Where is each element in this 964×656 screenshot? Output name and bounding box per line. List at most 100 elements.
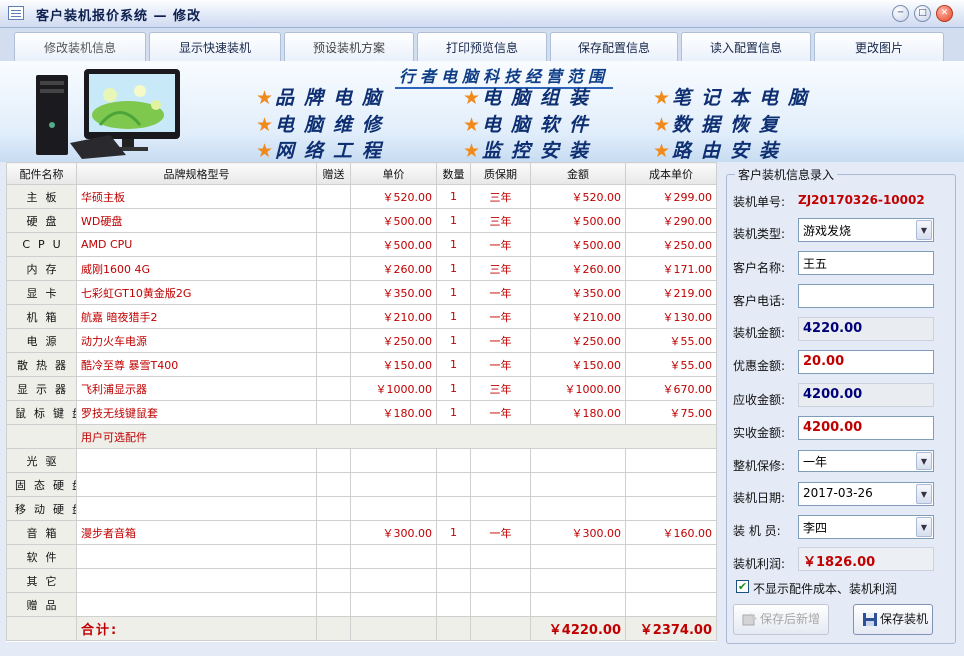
cell-warranty[interactable]: 一年: [470, 304, 531, 329]
cell-brand[interactable]: [76, 568, 317, 593]
cell-amount[interactable]: ￥1000.00: [530, 376, 626, 401]
table-row[interactable]: 其它: [6, 568, 717, 593]
minimize-button[interactable]: ─: [892, 5, 909, 22]
cell-warranty[interactable]: 三年: [470, 256, 531, 281]
cell-warranty[interactable]: 一年: [470, 232, 531, 257]
maximize-button[interactable]: □: [914, 5, 931, 22]
cell-amount[interactable]: [530, 472, 626, 497]
cell-price[interactable]: [350, 496, 437, 521]
cell-amount[interactable]: ￥180.00: [530, 400, 626, 425]
cell-brand[interactable]: 动力火车电源: [76, 328, 317, 353]
cell-cost[interactable]: ￥55.00: [625, 328, 717, 353]
cell-qty[interactable]: 1: [436, 400, 471, 425]
cell-brand[interactable]: [76, 592, 317, 617]
warranty-select[interactable]: 一年 ▼: [798, 450, 934, 472]
cell-qty[interactable]: [436, 592, 471, 617]
table-row[interactable]: 移动硬盘: [6, 496, 717, 521]
cell-cost[interactable]: ￥171.00: [625, 256, 717, 281]
col-header[interactable]: 配件名称: [6, 162, 77, 185]
cell-price[interactable]: ￥500.00: [350, 208, 437, 233]
tab-load-config[interactable]: 读入配置信息: [681, 32, 811, 61]
cell-gift[interactable]: [316, 256, 351, 281]
cell-gift[interactable]: [316, 352, 351, 377]
cell-gift[interactable]: [316, 184, 351, 209]
cell-amount[interactable]: [530, 544, 626, 569]
cell-gift[interactable]: [316, 400, 351, 425]
cell-gift[interactable]: [316, 208, 351, 233]
cell-amount[interactable]: ￥520.00: [530, 184, 626, 209]
cell-brand[interactable]: 华硕主板: [76, 184, 317, 209]
cell-price[interactable]: ￥500.00: [350, 232, 437, 257]
cell-warranty[interactable]: [470, 592, 531, 617]
cell-warranty[interactable]: 三年: [470, 376, 531, 401]
chevron-down-icon[interactable]: ▼: [916, 452, 932, 470]
cell-price[interactable]: [350, 448, 437, 473]
cell-price[interactable]: ￥300.00: [350, 520, 437, 545]
cell-price[interactable]: [350, 544, 437, 569]
chevron-down-icon[interactable]: ▼: [916, 517, 932, 537]
cell-price[interactable]: [350, 568, 437, 593]
cell-qty[interactable]: [436, 496, 471, 521]
cell-brand[interactable]: 漫步者音箱: [76, 520, 317, 545]
tab-print-preview[interactable]: 打印预览信息: [417, 32, 547, 61]
col-header[interactable]: 数量: [436, 162, 471, 185]
cell-qty[interactable]: 1: [436, 184, 471, 209]
cell-qty[interactable]: [436, 544, 471, 569]
cell-amount[interactable]: [530, 568, 626, 593]
cell-qty[interactable]: 1: [436, 304, 471, 329]
col-header[interactable]: 单价: [350, 162, 437, 185]
cell-price[interactable]: ￥180.00: [350, 400, 437, 425]
cell-amount[interactable]: ￥350.00: [530, 280, 626, 305]
cell-brand[interactable]: [76, 472, 317, 497]
col-header[interactable]: 赠送: [316, 162, 351, 185]
cell-cost[interactable]: ￥130.00: [625, 304, 717, 329]
cell-gift[interactable]: [316, 544, 351, 569]
table-row[interactable]: CPU AMD CPU ￥500.00 1 一年 ￥500.00 ￥250.00: [6, 232, 717, 257]
table-row[interactable]: 音箱 漫步者音箱 ￥300.00 1 一年 ￥300.00 ￥160.00: [6, 520, 717, 545]
tab-modify[interactable]: 修改装机信息: [14, 32, 146, 61]
cell-amount[interactable]: [530, 496, 626, 521]
cell-amount[interactable]: [530, 592, 626, 617]
cell-price[interactable]: [350, 472, 437, 497]
cell-gift[interactable]: [316, 232, 351, 257]
cell-price[interactable]: ￥260.00: [350, 256, 437, 281]
cell-gift[interactable]: [316, 592, 351, 617]
cell-cost[interactable]: ￥219.00: [625, 280, 717, 305]
cell-price[interactable]: ￥150.00: [350, 352, 437, 377]
cell-amount[interactable]: ￥210.00: [530, 304, 626, 329]
col-header[interactable]: 品牌规格型号: [76, 162, 317, 185]
tab-quick-build[interactable]: 显示快速装机: [149, 32, 281, 61]
cell-warranty[interactable]: 三年: [470, 184, 531, 209]
cell-amount[interactable]: ￥500.00: [530, 232, 626, 257]
cell-gift[interactable]: [316, 568, 351, 593]
cell-price[interactable]: ￥520.00: [350, 184, 437, 209]
table-row[interactable]: 显卡 七彩虹GT10黄金版2G ￥350.00 1 一年 ￥350.00 ￥219.00: [6, 280, 717, 305]
table-row[interactable]: 硬盘 WD硬盘 ￥500.00 1 三年 ￥500.00 ￥290.00: [6, 208, 717, 233]
cell-qty[interactable]: 1: [436, 376, 471, 401]
cell-brand[interactable]: [76, 448, 317, 473]
cell-price[interactable]: ￥250.00: [350, 328, 437, 353]
cell-amount[interactable]: ￥150.00: [530, 352, 626, 377]
cell-brand[interactable]: 飞利浦显示器: [76, 376, 317, 401]
cell-price[interactable]: ￥210.00: [350, 304, 437, 329]
cell-brand[interactable]: 威刚1600 4G: [76, 256, 317, 281]
col-header[interactable]: 金额: [530, 162, 626, 185]
cell-price[interactable]: [350, 592, 437, 617]
cell-gift[interactable]: [316, 472, 351, 497]
table-row[interactable]: 赠品: [6, 592, 717, 617]
hide-cost-checkbox[interactable]: ✔: [736, 580, 749, 593]
cell-qty[interactable]: [436, 472, 471, 497]
cell-price[interactable]: ￥1000.00: [350, 376, 437, 401]
tab-change-image[interactable]: 更改图片: [814, 32, 944, 61]
cell-warranty[interactable]: [470, 568, 531, 593]
cell-warranty[interactable]: 一年: [470, 400, 531, 425]
type-select[interactable]: 游戏发烧 ▼: [798, 218, 934, 242]
cell-brand[interactable]: 七彩虹GT10黄金版2G: [76, 280, 317, 305]
table-row[interactable]: 鼠标键盘罗技无线键鼠套￥180.001一年￥180.00￥75.00: [6, 400, 717, 425]
cell-cost[interactable]: ￥75.00: [625, 400, 717, 425]
cell-cost[interactable]: ￥299.00: [625, 184, 717, 209]
table-row[interactable]: 软件: [6, 544, 717, 569]
cell-gift[interactable]: [316, 328, 351, 353]
cell-cost[interactable]: [625, 448, 717, 473]
discount-input[interactable]: 20.00: [798, 350, 934, 374]
